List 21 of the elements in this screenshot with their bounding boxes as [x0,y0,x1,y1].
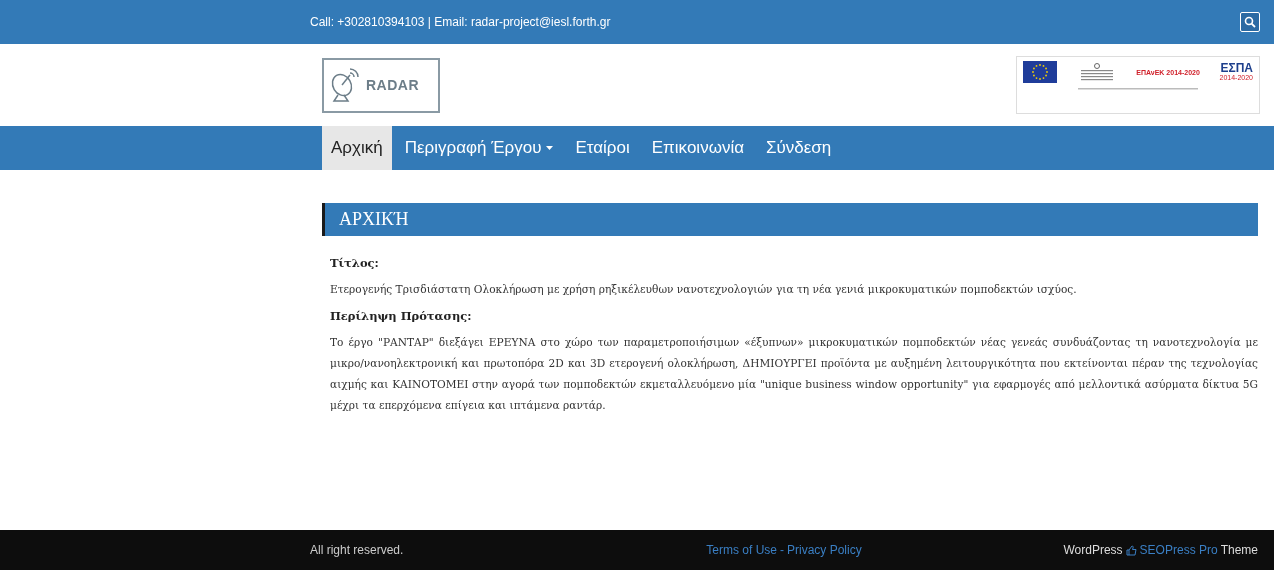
thumbs-up-icon [1125,544,1137,556]
separator: - [780,543,784,557]
page-title: ΑΡΧΙΚΉ [322,203,1258,236]
privacy-link[interactable]: Privacy Policy [787,543,862,557]
theme-link[interactable]: SEOPress Pro [1139,543,1218,557]
nav-item[interactable]: Εταίροι [566,126,639,170]
nav-item[interactable]: Αρχική [322,126,392,170]
copyright-text: All right reserved. [310,543,405,557]
terms-link[interactable]: Terms of Use [706,543,777,557]
section-heading: Περίληψη Πρότασης: [330,309,473,323]
nav-item[interactable]: Επικοινωνία [642,126,753,170]
contact-info: Call: +302810394103 | Email: radar-project@iesl.forth.gr [310,15,611,29]
nav-item[interactable]: Σύνδεση [757,126,841,170]
paragraph: Ετερογενής Τρισδιάστατη Ολοκλήρωση με χρήση ρηξικέλευθων νανοτεχνολογιών για τη νέα γενιά μικροκυματικών πομποδεκτών ισχύος. [330,282,1078,297]
nav-item[interactable]: Περιγραφή Έργου [395,126,563,170]
section-heading: Τίτλος: [330,256,380,270]
credit-text: WordPress [1063,543,1123,557]
site-logo[interactable]: RADAR [322,57,440,113]
search-button[interactable] [1240,12,1260,32]
paragraph: Το έργο "ΡΑΝΤΑΡ" διεξάγει ΕΡΕΥΝΑ στο χώρο των παραμετροποιήσιμων «έξυπνων» μικροκυματικών πομποδεκτών νέας γενεάς συνδυάζοντας τη νανοτεχνολογία με μικρο/νανοηλεκτρονική και πρωτοπόρα 2D και 3D ετερογενή ολοκλήρωση, ΔΗΜΙΟΥΡΓΕΙ προϊόντα με αυξημένη λειτουργικότητα που εκτείνονται πέραν της τεχνολογίας αιχμής και ΚΑΙΝΟΤΟΜΕΙ στην αγορά των πομποδεκτών εκμεταλλευόμενο μία "unique business window opportunity" για εφαρμογές από μελλοντικά ασύρματα δίκτυα 5G μέχρι τα επερχόμενα επίγεια και ιπτάμενα ραντάρ. [330,335,1258,413]
credit-text: Theme [1220,543,1258,557]
